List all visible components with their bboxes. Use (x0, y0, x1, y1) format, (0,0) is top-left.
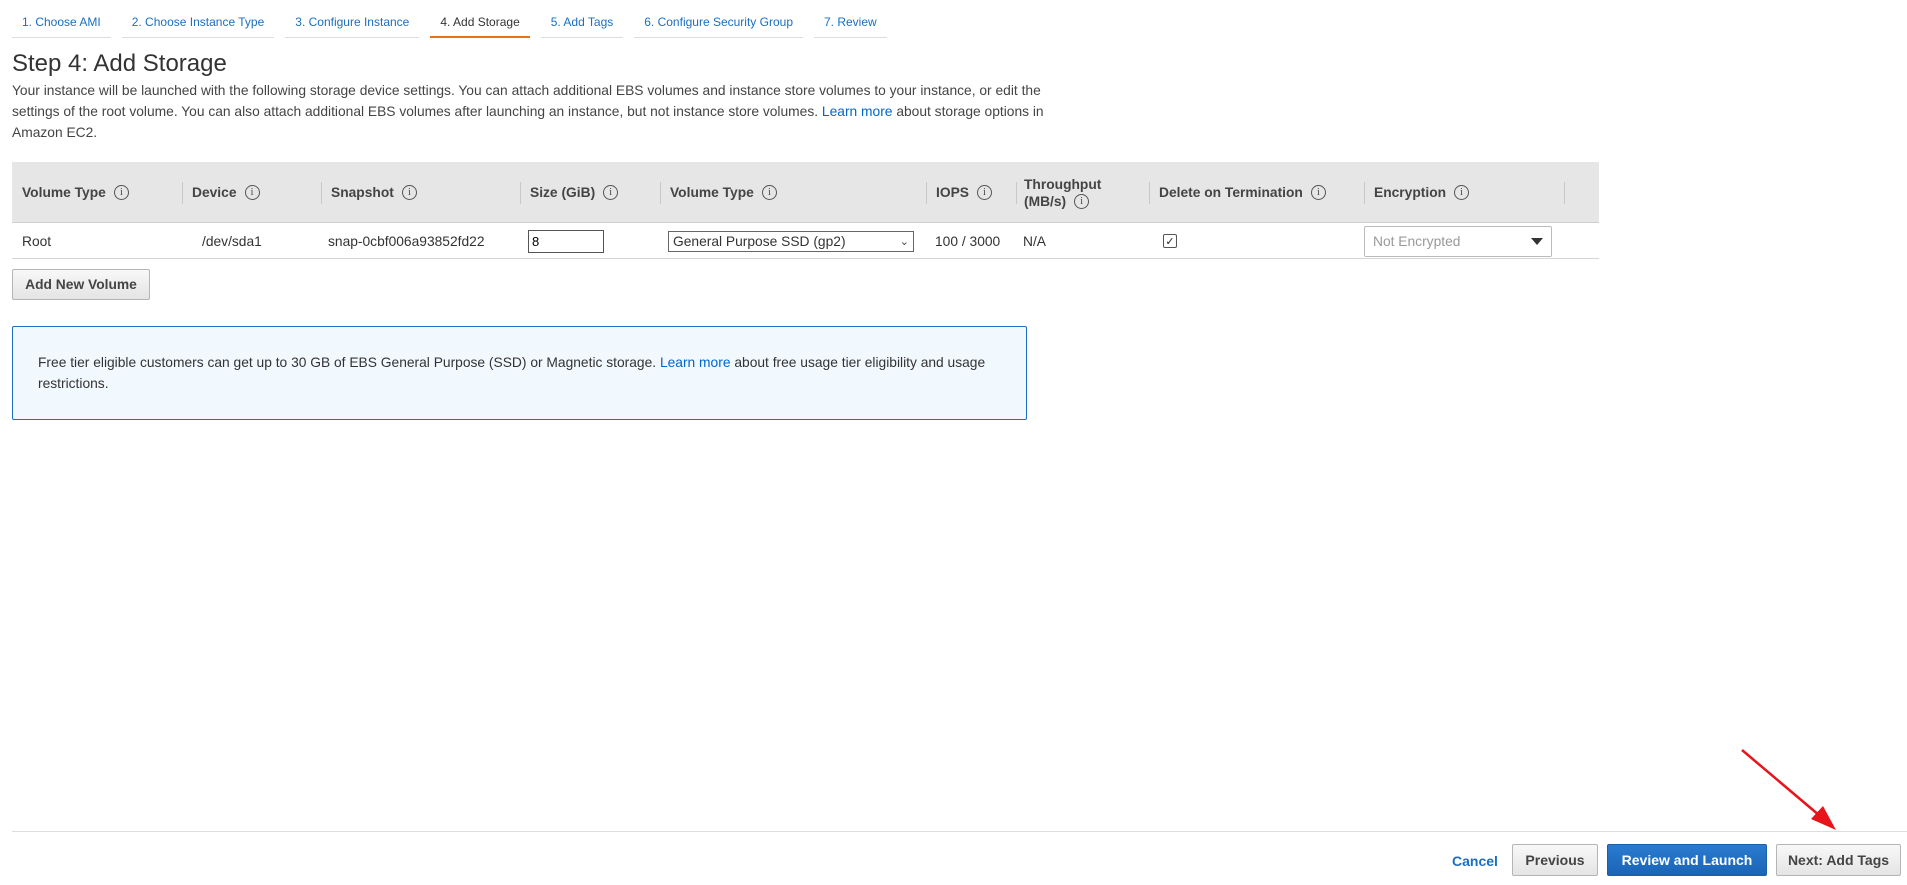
header-delete-on-termination: Delete on Termination i (1149, 162, 1326, 223)
learn-more-link[interactable]: Learn more (822, 104, 893, 119)
header-snapshot: Snapshot i (321, 162, 417, 223)
header-device: Device i (182, 162, 260, 223)
column-divider (1016, 182, 1017, 204)
cell-snapshot: snap-0cbf006a93852fd22 (328, 233, 485, 249)
info-icon[interactable]: i (1074, 194, 1090, 210)
cell-device: /dev/sda1 (202, 233, 262, 249)
header-label: Delete on Termination (1159, 185, 1303, 200)
size-input[interactable] (528, 229, 604, 253)
volume-type-select[interactable]: General Purpose SSD (gp2) ⌄ (668, 230, 914, 252)
tab-add-tags[interactable]: 5. Add Tags (540, 10, 624, 38)
cell-volume-type: Root (22, 233, 52, 249)
info-icon[interactable]: i (761, 185, 777, 200)
header-label: IOPS (936, 185, 969, 200)
header-encryption: Encryption i (1364, 162, 1565, 223)
cell-iops: 100 / 3000 (935, 233, 1001, 249)
info-icon[interactable]: i (1310, 185, 1326, 200)
arrow-head (1811, 806, 1836, 830)
column-divider (660, 182, 661, 204)
column-divider (1149, 182, 1150, 204)
header-throughput: Throughput (MB/s) i (1016, 162, 1101, 223)
notice-learn-more-link[interactable]: Learn more (660, 355, 731, 370)
tab-configure-security-group[interactable]: 6. Configure Security Group (634, 10, 803, 38)
info-icon[interactable]: i (1454, 185, 1470, 200)
tab-choose-instance-type[interactable]: 2. Choose Instance Type (121, 10, 275, 38)
info-icon[interactable]: i (401, 185, 417, 200)
header-throughput-label: Throughput (MB/s) i (1024, 176, 1101, 210)
info-icon[interactable]: i (603, 185, 619, 200)
page-title: Step 4: Add Storage (12, 50, 227, 77)
footer-divider (12, 831, 1907, 832)
table-row: Root /dev/sda1 snap-0cbf006a93852fd22 Ge… (12, 223, 1599, 259)
tab-review[interactable]: 7. Review (814, 10, 887, 38)
next-add-tags-button[interactable]: Next: Add Tags (1776, 844, 1901, 876)
review-and-launch-button[interactable]: Review and Launch (1607, 844, 1767, 876)
header-label: Encryption (1374, 185, 1447, 200)
header-label: Size (GiB) (530, 185, 596, 200)
column-divider (520, 182, 521, 204)
column-divider (1364, 182, 1365, 204)
cell-throughput: N/A (1023, 233, 1046, 249)
column-divider (926, 182, 927, 204)
caret-down-icon (1531, 237, 1543, 245)
add-new-volume-button[interactable]: Add New Volume (12, 269, 150, 300)
header-volume-type-select: Volume Type i (660, 162, 777, 223)
storage-table: Volume Type i Device i Snapshot i Size (… (12, 162, 1599, 259)
info-icon[interactable]: i (113, 185, 129, 200)
notice-text: Free tier eligible customers can get up … (38, 355, 657, 370)
header-label: Snapshot (331, 185, 394, 200)
column-divider (1564, 182, 1565, 204)
cell-volume-type-select: General Purpose SSD (gp2) ⌄ (668, 223, 914, 259)
header-size: Size (GiB) i (520, 162, 619, 223)
delete-on-termination-checkbox[interactable]: ✓ (1163, 234, 1177, 248)
encryption-value: Not Encrypted (1373, 233, 1461, 249)
page-description: Your instance will be launched with the … (12, 80, 1052, 143)
cancel-button[interactable]: Cancel (1445, 845, 1505, 876)
header-label: (MB/s) (1024, 193, 1067, 209)
cell-delete-on-termination: ✓ (1163, 223, 1177, 259)
header-label-line2: (MB/s) i (1024, 193, 1101, 210)
info-icon[interactable]: i (244, 185, 260, 200)
arrow-shaft (1741, 749, 1827, 822)
wizard-tabs: 1. Choose AMI 2. Choose Instance Type 3.… (12, 10, 898, 38)
header-label: Volume Type (22, 185, 106, 200)
header-label: Device (192, 185, 237, 200)
cell-size (528, 223, 604, 259)
header-volume-type: Volume Type i (22, 162, 129, 223)
header-label: Volume Type (670, 185, 754, 200)
volume-type-value: General Purpose SSD (gp2) (673, 233, 846, 249)
info-icon[interactable]: i (976, 185, 992, 200)
header-iops: IOPS i (926, 162, 992, 223)
header-label: Throughput (1024, 176, 1102, 192)
table-header: Volume Type i Device i Snapshot i Size (… (12, 162, 1599, 223)
tab-configure-instance[interactable]: 3. Configure Instance (285, 10, 420, 38)
previous-button[interactable]: Previous (1512, 844, 1598, 876)
tab-choose-ami[interactable]: 1. Choose AMI (12, 10, 111, 38)
cell-encryption: Not Encrypted (1364, 223, 1552, 259)
free-tier-notice: Free tier eligible customers can get up … (12, 326, 1027, 420)
tab-add-storage[interactable]: 4. Add Storage (430, 10, 530, 38)
column-divider (321, 182, 322, 204)
encryption-select[interactable]: Not Encrypted (1364, 225, 1552, 257)
chevron-down-icon: ⌄ (899, 235, 909, 248)
column-divider (182, 182, 183, 204)
